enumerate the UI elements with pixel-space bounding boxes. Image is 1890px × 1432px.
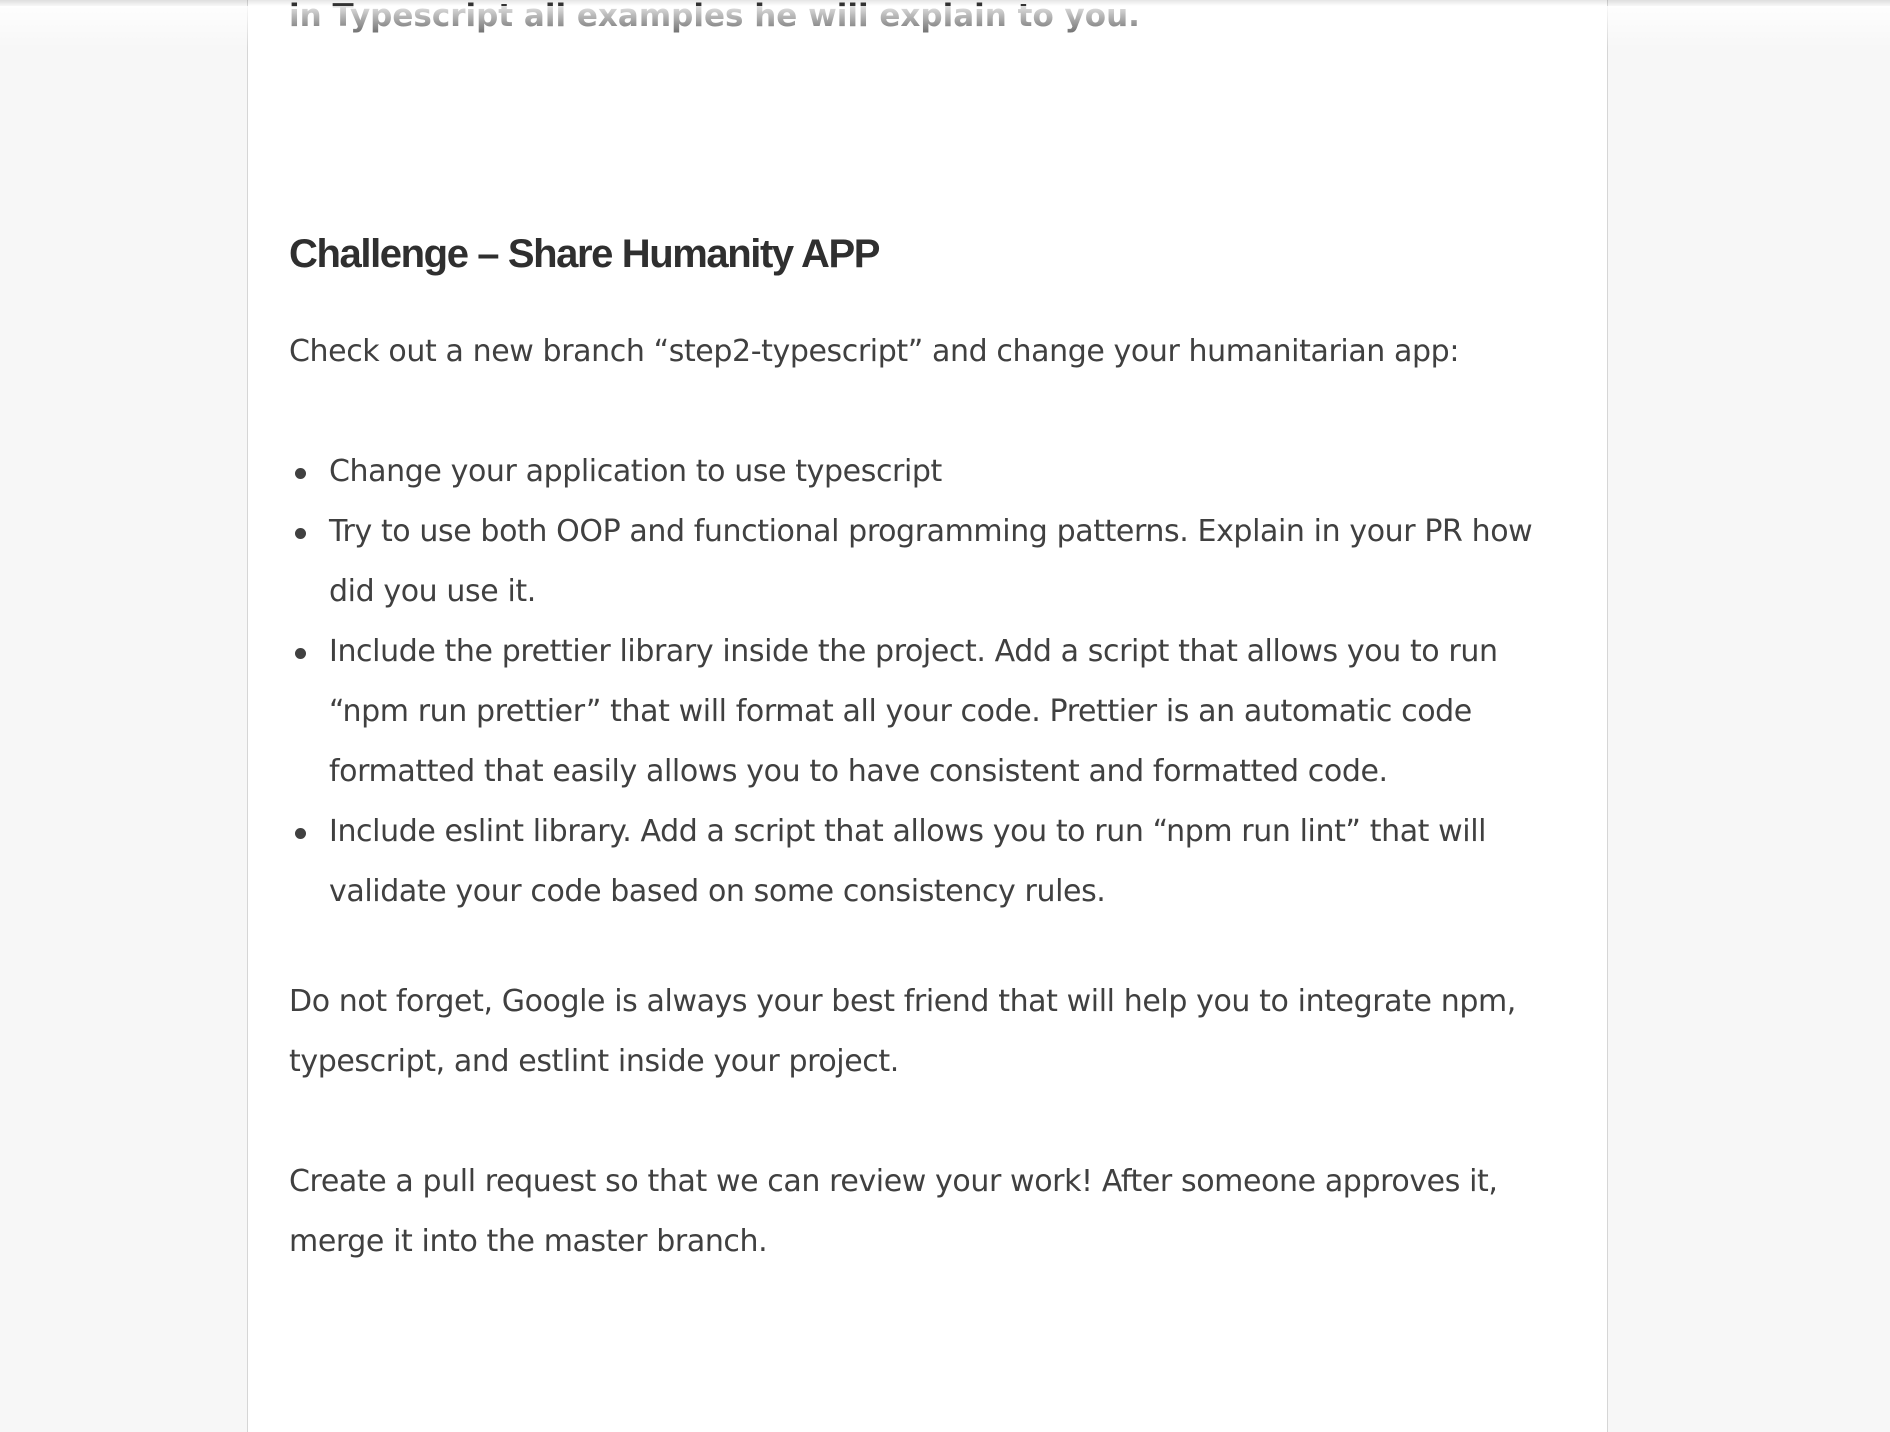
task-item: Try to use both OOP and functional progr… — [289, 502, 1579, 622]
task-item: Include the prettier library inside the … — [289, 622, 1579, 802]
task-item: Include eslint library. Add a script tha… — [289, 802, 1579, 922]
closing-paragraph: Create a pull request so that we can rev… — [289, 1164, 1498, 1259]
task-item-text: Change your application to use typescrip… — [329, 454, 942, 489]
bullet-dot-icon — [295, 528, 306, 539]
challenge-heading: Challenge – Share Humanity APP — [289, 232, 880, 276]
challenge-task-list: Change your application to use typescrip… — [289, 442, 1579, 922]
task-item-text: Include eslint library. Add a script tha… — [329, 814, 1487, 909]
reminder-paragraph: Do not forget, Google is always your bes… — [289, 984, 1516, 1079]
task-item-text: Include the prettier library inside the … — [329, 634, 1498, 789]
task-item: Change your application to use typescrip… — [289, 442, 1579, 502]
article-panel: in Typescript all examples he will expla… — [247, 0, 1608, 1432]
cropped-corner-fragment — [30, 0, 122, 4]
bullet-dot-icon — [295, 828, 306, 839]
page-top-shadow — [0, 0, 1890, 6]
task-item-text: Try to use both OOP and functional progr… — [329, 514, 1533, 609]
bullet-dot-icon — [295, 468, 306, 479]
bullet-dot-icon — [295, 648, 306, 659]
challenge-lead-paragraph: Check out a new branch “step2-typescript… — [289, 334, 1460, 369]
